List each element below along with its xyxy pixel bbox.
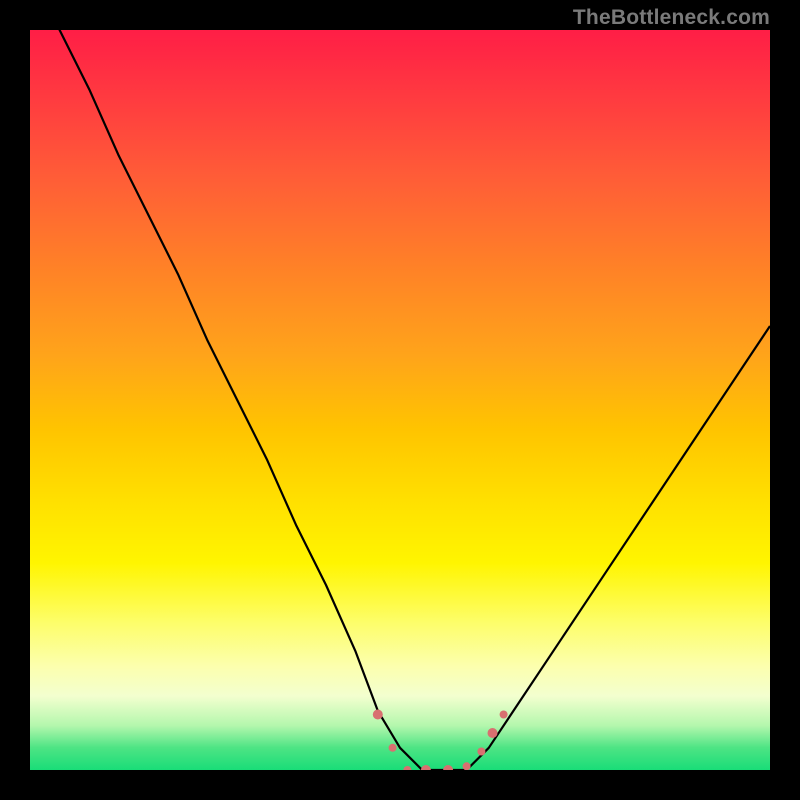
right-marker-3	[500, 711, 508, 719]
bottom-marker-2	[421, 765, 431, 770]
chart-frame: TheBottleneck.com	[0, 0, 800, 800]
watermark-text: TheBottleneck.com	[573, 6, 770, 30]
marker-group	[373, 710, 508, 771]
chart-svg	[30, 30, 770, 770]
plot-area	[30, 30, 770, 770]
left-marker-2	[389, 744, 397, 752]
right-marker-1	[477, 748, 485, 756]
bottom-marker-4	[463, 762, 471, 770]
right-marker-2	[488, 728, 498, 738]
bottleneck-curve	[30, 30, 770, 770]
bottom-marker-3	[443, 765, 453, 770]
bottom-marker-1	[403, 766, 411, 770]
left-marker-1	[373, 710, 383, 720]
